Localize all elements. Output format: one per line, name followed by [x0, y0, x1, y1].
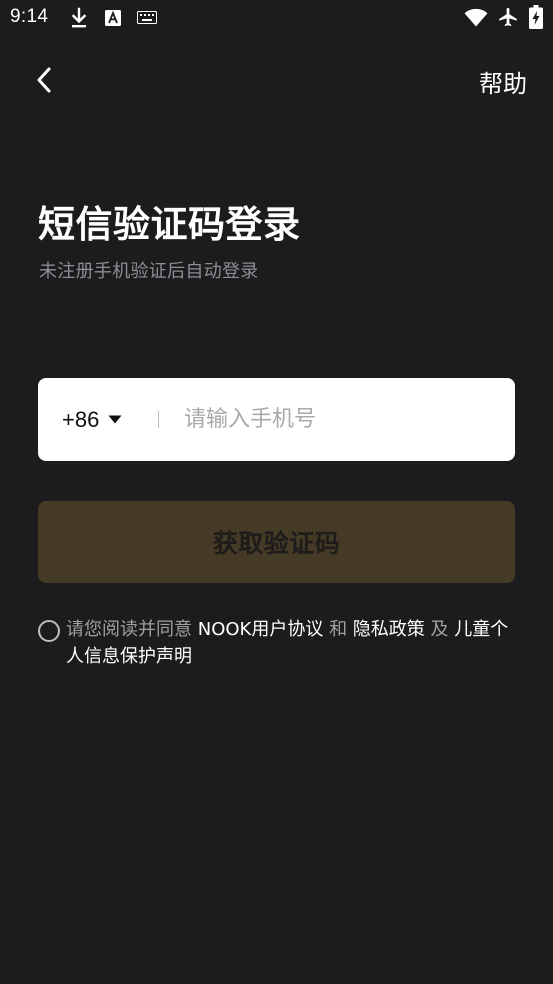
caret-down-icon [108, 415, 122, 424]
font-a-icon [105, 10, 121, 26]
status-bar: 9:14 [0, 0, 553, 38]
agreement-checkbox[interactable] [38, 620, 60, 642]
download-icon [71, 7, 87, 28]
chevron-left-icon [37, 67, 51, 93]
agreement-and2: 及 [424, 619, 455, 640]
get-code-button[interactable]: 获取验证码 [38, 501, 515, 583]
wifi-icon [464, 8, 488, 27]
privacy-policy-link[interactable]: 隐私政策 [353, 619, 425, 640]
back-button[interactable] [22, 58, 66, 102]
status-time: 9:14 [10, 6, 49, 27]
help-link[interactable]: 帮助 [479, 64, 527, 99]
agreement-text: 请您阅读并同意 NOOK用户协议 和 隐私政策 及 儿童个人信息保护声明 [66, 616, 518, 670]
phone-input-box: +86 [38, 378, 515, 461]
page-title: 短信验证码登录 [38, 203, 301, 246]
top-nav: 帮助 [0, 52, 553, 108]
country-code-selector[interactable]: +86 [62, 378, 122, 461]
battery-charging-icon [529, 5, 543, 29]
page-subtitle: 未注册手机验证后自动登录 [39, 261, 259, 282]
keyboard-icon [137, 11, 157, 24]
country-code-label: +86 [62, 406, 100, 432]
divider [158, 411, 159, 428]
airplane-mode-icon [499, 7, 517, 27]
phone-number-input[interactable] [184, 378, 494, 461]
agreement-prefix: 请您阅读并同意 [66, 619, 198, 640]
user-agreement-link[interactable]: NOOK用户协议 [198, 619, 324, 640]
agreement-and: 和 [323, 619, 353, 640]
